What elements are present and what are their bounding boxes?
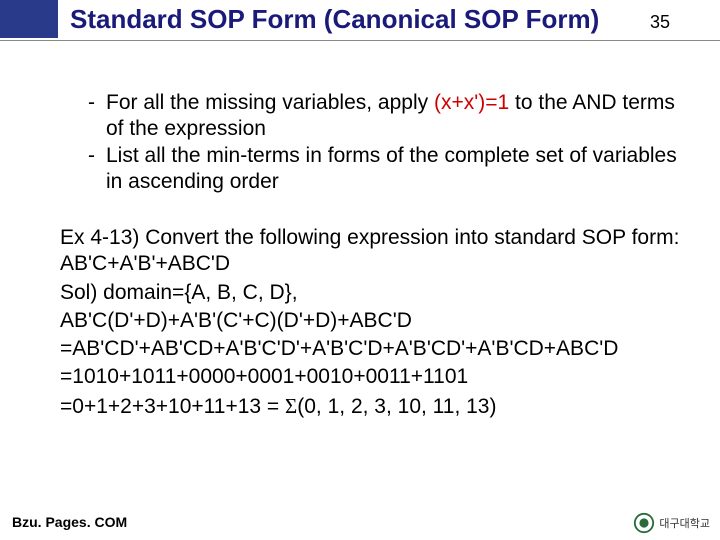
example-line: =0+1+2+3+10+11+13 = Σ(0, 1, 2, 3, 10, 11… xyxy=(60,393,680,420)
corner-decoration xyxy=(0,0,58,38)
example-line6-suffix: (0, 1, 2, 3, 10, 11, 13) xyxy=(297,395,496,418)
title-underline xyxy=(0,40,720,41)
sigma-symbol: Σ xyxy=(285,394,297,418)
example-line: AB'C(D'+D)+A'B'(C'+C)(D'+D)+ABC'D xyxy=(60,308,680,334)
example-line: Sol) domain={A, B, C, D}, xyxy=(60,280,680,306)
bullet-prefix: List all the min-terms in forms of the c… xyxy=(106,144,677,193)
bullet-dash: - xyxy=(88,90,106,116)
page-number: 35 xyxy=(650,12,700,33)
bullet-prefix: For all the missing variables, apply xyxy=(106,91,434,114)
example-block: Ex 4-13) Convert the following expressio… xyxy=(60,225,680,420)
bullet-dash: - xyxy=(88,143,106,169)
example-line: Ex 4-13) Convert the following expressio… xyxy=(60,225,680,278)
university-name: 대구대학교 xyxy=(659,515,710,531)
slide-header: Standard SOP Form (Canonical SOP Form) 3… xyxy=(70,4,700,35)
bullet-text: For all the missing variables, apply (x+… xyxy=(106,90,680,143)
slide-title: Standard SOP Form (Canonical SOP Form) xyxy=(70,4,650,35)
bullet-list: - For all the missing variables, apply (… xyxy=(88,90,680,195)
bullet-text: List all the min-terms in forms of the c… xyxy=(106,143,680,196)
university-logo-icon xyxy=(633,512,655,534)
footer-brand: Bzu. Pages. COM xyxy=(12,514,127,530)
example-line: =1010+1011+0000+0001+0010+0011+1101 xyxy=(60,364,680,390)
bullet-highlight: (x+x')=1 xyxy=(434,91,509,114)
footer-university: 대구대학교 xyxy=(633,512,710,534)
example-line: =AB'CD'+AB'CD+A'B'C'D'+A'B'C'D+A'B'CD'+A… xyxy=(60,336,680,362)
bullet-item: - List all the min-terms in forms of the… xyxy=(88,143,680,196)
example-line6-prefix: =0+1+2+3+10+11+13 = xyxy=(60,395,285,418)
slide-content: - For all the missing variables, apply (… xyxy=(60,90,680,422)
bullet-item: - For all the missing variables, apply (… xyxy=(88,90,680,143)
